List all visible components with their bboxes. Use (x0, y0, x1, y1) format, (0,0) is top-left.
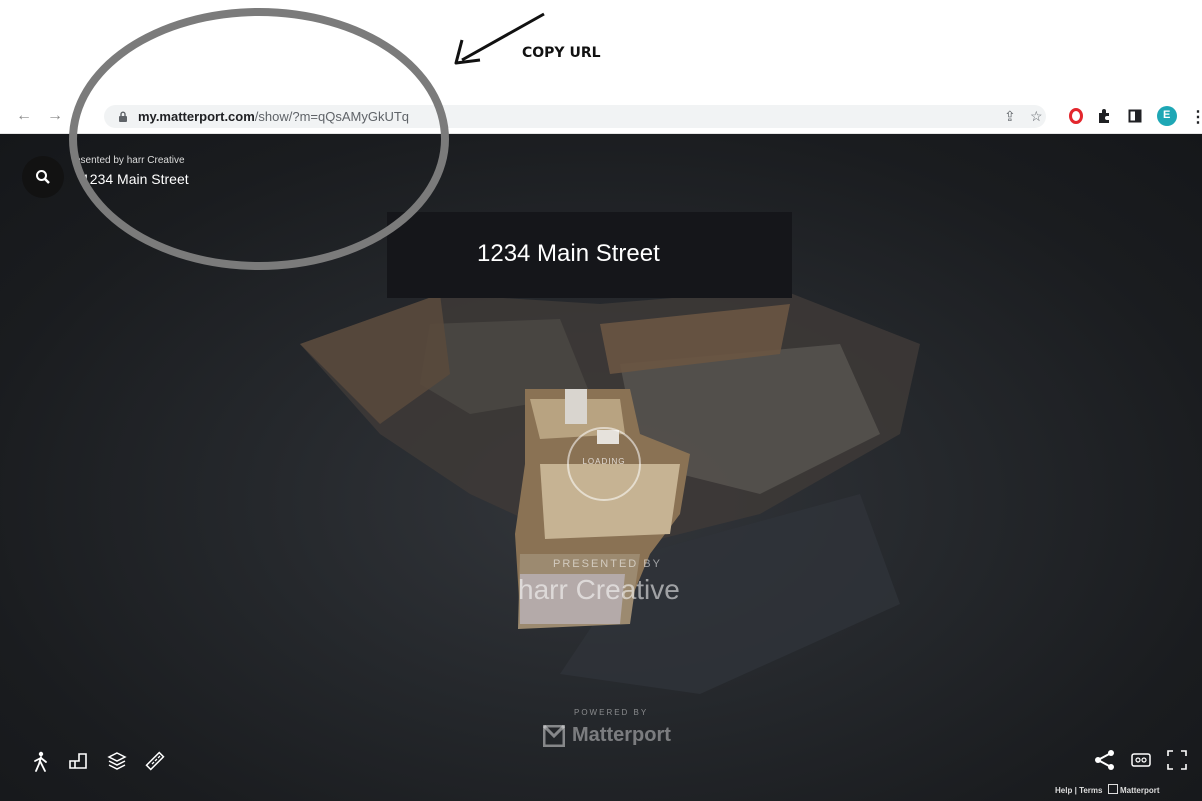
url-text[interactable]: my.matterport.com/show/?m=qQsAMyGkUTq (138, 109, 409, 124)
presented-by-small: esented by harr Creative (75, 155, 185, 166)
share-icon[interactable] (1094, 749, 1116, 771)
footer-links: Help | Terms Matterport (1055, 784, 1160, 795)
sidebar-icon[interactable] (1128, 108, 1142, 124)
loading-indicator: LOADING (567, 427, 641, 501)
banner-title: 1234 Main Street (477, 240, 660, 267)
forward-arrow-icon[interactable]: → (47, 107, 63, 125)
fullscreen-icon[interactable] (1166, 749, 1188, 771)
share-icon[interactable]: ⇪ (1004, 108, 1016, 125)
url-path: /show/?m=qQsAMyGkUTq (254, 109, 410, 124)
lock-icon (119, 111, 127, 122)
extensions-puzzle-icon[interactable] (1097, 108, 1111, 124)
copy-url-label: COPY URL (522, 45, 601, 61)
search-button[interactable] (22, 156, 64, 198)
walk-icon[interactable] (32, 751, 50, 773)
powered-by-label: POWERED BY (574, 708, 649, 717)
url-host: my.matterport.com (138, 109, 255, 124)
annotation-area: COPY URL (0, 0, 1202, 100)
vr-icon[interactable] (1131, 753, 1151, 767)
measure-icon[interactable] (145, 751, 165, 771)
help-link[interactable]: Help (1055, 786, 1072, 795)
matterport-footer-link[interactable]: Matterport (1120, 786, 1160, 795)
menu-kebab-icon[interactable]: ⋮ (1190, 107, 1202, 127)
search-icon (36, 170, 50, 184)
title-banner: 1234 Main Street (387, 212, 792, 298)
address-bar[interactable]: my.matterport.com/show/?m=qQsAMyGkUTq ⇪ … (104, 105, 1046, 128)
footer-separator: | (1074, 786, 1077, 795)
layers-icon[interactable] (107, 751, 127, 771)
presenter-name: harr Creative (518, 574, 680, 605)
profile-initial: E (1163, 109, 1171, 121)
bookmark-star-icon[interactable]: ☆ (1030, 108, 1043, 125)
opera-icon[interactable] (1069, 108, 1083, 124)
matterport-footer-logo-icon (1107, 784, 1118, 794)
matterport-logo-icon (543, 725, 565, 747)
presented-by-label: PRESENTED BY (553, 558, 662, 570)
floorplan-icon[interactable] (68, 751, 88, 771)
property-title-small[interactable]: 1234 Main Street (82, 171, 189, 187)
terms-link[interactable]: Terms (1079, 786, 1102, 795)
back-arrow-icon[interactable]: ← (16, 107, 32, 125)
browser-toolbar: ← → my.matterport.com/show/?m=qQsAMyGkUT… (0, 100, 1202, 134)
matterport-viewer[interactable]: esented by harr Creative 1234 Main Stree… (0, 134, 1202, 801)
matterport-wordmark: Matterport (572, 724, 671, 746)
loading-text: LOADING (582, 457, 626, 466)
